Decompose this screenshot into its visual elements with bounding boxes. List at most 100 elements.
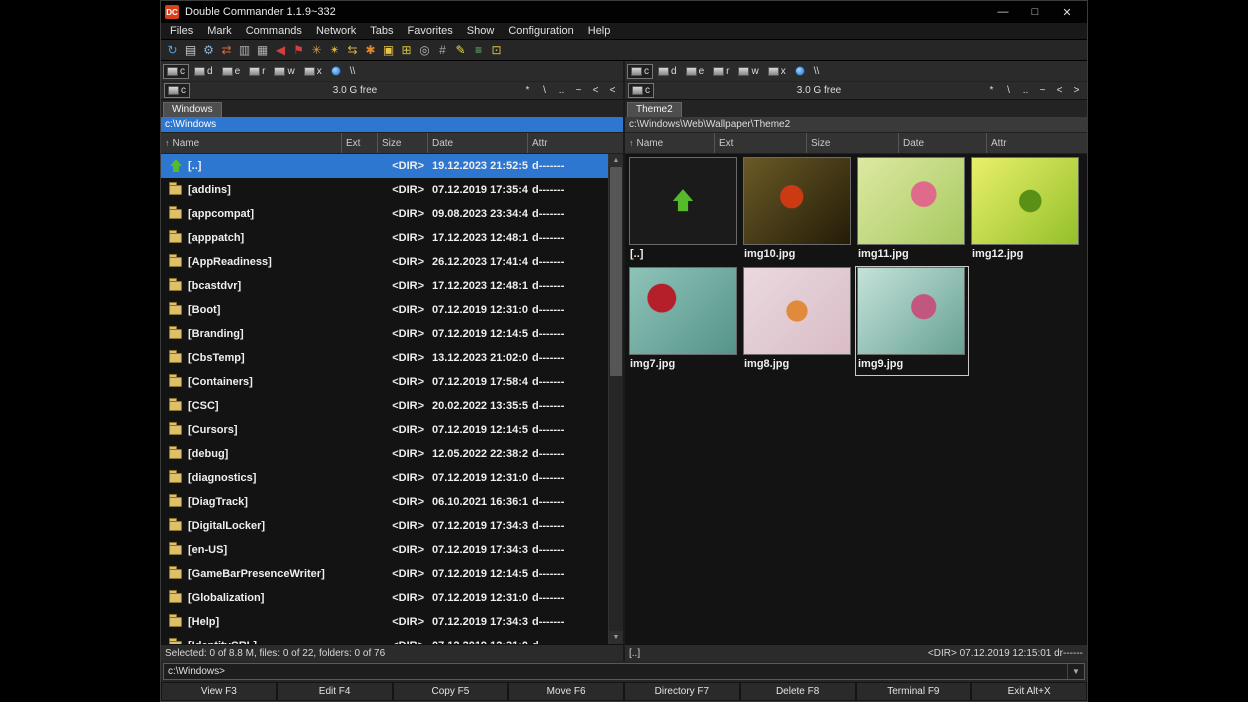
unselect-group-icon[interactable]: ✴ [326, 42, 343, 58]
left-column-ext[interactable]: Ext [342, 133, 378, 153]
show-vertical-panels-icon[interactable]: ▥ [236, 42, 253, 58]
right-network-button[interactable] [791, 64, 809, 79]
file-safe-icon[interactable]: ▣ [380, 42, 397, 58]
chevron-down-icon[interactable]: ▼ [1067, 664, 1084, 679]
scroll-track[interactable] [609, 167, 623, 631]
command-line-input[interactable]: c:\Windows> ▼ [163, 663, 1085, 680]
thumb-item[interactable]: [..] [627, 156, 741, 266]
options-icon[interactable]: ⚙ [200, 42, 217, 58]
delete-f8-button[interactable]: Delete F8 [741, 683, 855, 700]
left-nav-button-3[interactable]: ~ [571, 85, 586, 96]
file-row[interactable]: [IdentityCRL]<DIR>07.12.2019 12:31:03d--… [161, 634, 608, 644]
thumb-item[interactable]: img9.jpg [855, 266, 969, 376]
file-row[interactable]: [Globalization]<DIR>07.12.2019 12:31:03d… [161, 586, 608, 610]
right-current-drive-button[interactable]: c [628, 83, 654, 98]
thumb-item[interactable]: img11.jpg [855, 156, 969, 266]
file-row[interactable]: [Boot]<DIR>07.12.2019 12:31:03d------- [161, 298, 608, 322]
search-icon[interactable]: ◎ [416, 42, 433, 58]
file-row[interactable]: [en-US]<DIR>07.12.2019 17:34:32d------- [161, 538, 608, 562]
file-row[interactable]: [GameBarPresenceWriter]<DIR>07.12.2019 1… [161, 562, 608, 586]
select-group-icon[interactable]: ✳ [308, 42, 325, 58]
menu-show[interactable]: Show [460, 25, 502, 37]
file-row[interactable]: [Containers]<DIR>07.12.2019 17:58:40d---… [161, 370, 608, 394]
left-drive-x[interactable]: x [300, 64, 326, 79]
refresh-icon[interactable]: ↻ [164, 42, 181, 58]
copy-f5-button[interactable]: Copy F5 [394, 683, 508, 700]
thumb-item[interactable]: img12.jpg [969, 156, 1083, 266]
right-tab-theme2[interactable]: Theme2 [627, 102, 682, 117]
right-drive-w[interactable]: w [734, 64, 762, 79]
move-f6-button[interactable]: Move F6 [509, 683, 623, 700]
right-column-attr[interactable]: Attr [987, 133, 1087, 153]
view-f3-button[interactable]: View F3 [162, 683, 276, 700]
compare-icon[interactable]: ≡ [470, 42, 487, 58]
right-drive-d[interactable]: d [654, 64, 681, 79]
left-nav-button-5[interactable]: < [605, 85, 620, 96]
menu-tabs[interactable]: Tabs [363, 25, 400, 37]
file-row[interactable]: [addins]<DIR>07.12.2019 17:35:43d------- [161, 178, 608, 202]
file-row[interactable]: [AppReadiness]<DIR>26.12.2023 17:41:40d-… [161, 250, 608, 274]
right-column-size[interactable]: Size [807, 133, 899, 153]
right-drive-x[interactable]: x [764, 64, 790, 79]
menu-mark[interactable]: Mark [200, 25, 238, 37]
right-nav-button-1[interactable]: \ [1001, 85, 1016, 96]
right-column-date[interactable]: Date [899, 133, 987, 153]
maximize-button[interactable]: □ [1019, 2, 1051, 22]
menu-files[interactable]: Files [163, 25, 200, 37]
right-unc-button[interactable]: \\ [810, 64, 828, 79]
go-back-icon[interactable]: ◀ [272, 42, 289, 58]
left-drive-e[interactable]: e [218, 64, 245, 79]
show-horizontal-panels-icon[interactable]: ▤ [182, 42, 199, 58]
right-drive-c[interactable]: c [627, 64, 653, 79]
left-current-drive-button[interactable]: c [164, 83, 190, 98]
archive-icon[interactable]: ⊡ [488, 42, 505, 58]
menu-favorites[interactable]: Favorites [401, 25, 460, 37]
file-row[interactable]: [Branding]<DIR>07.12.2019 12:14:52d-----… [161, 322, 608, 346]
right-column-name[interactable]: ↑Name [625, 133, 715, 153]
minimize-button[interactable]: — [987, 2, 1019, 22]
right-drive-e[interactable]: e [682, 64, 709, 79]
menu-help[interactable]: Help [581, 25, 618, 37]
left-column-size[interactable]: Size [378, 133, 428, 153]
scroll-down-icon[interactable]: ▼ [609, 631, 623, 644]
menu-configuration[interactable]: Configuration [501, 25, 580, 37]
left-nav-button-2[interactable]: .. [554, 85, 569, 96]
file-row[interactable]: [appcompat]<DIR>09.08.2023 23:34:49d----… [161, 202, 608, 226]
exit-altx-button[interactable]: Exit Alt+X [972, 683, 1086, 700]
flag-icon[interactable]: ⚑ [290, 42, 307, 58]
file-row[interactable]: [CbsTemp]<DIR>13.12.2023 21:02:03d------… [161, 346, 608, 370]
right-column-ext[interactable]: Ext [715, 133, 807, 153]
flat-view-icon[interactable]: ▦ [254, 42, 271, 58]
file-row[interactable]: [debug]<DIR>12.05.2022 22:38:23d------- [161, 442, 608, 466]
right-drive-r[interactable]: r [709, 64, 733, 79]
left-drive-w[interactable]: w [270, 64, 298, 79]
scroll-thumb[interactable] [610, 167, 622, 376]
left-scrollbar[interactable]: ▲ ▼ [608, 154, 623, 644]
file-row[interactable]: [Help]<DIR>07.12.2019 17:34:32d------- [161, 610, 608, 634]
left-nav-button-4[interactable]: < [588, 85, 603, 96]
edit-f4-button[interactable]: Edit F4 [278, 683, 392, 700]
thumb-item[interactable]: img7.jpg [627, 266, 741, 376]
left-column-date[interactable]: Date [428, 133, 528, 153]
directory-f7-button[interactable]: Directory F7 [625, 683, 739, 700]
left-drive-r[interactable]: r [245, 64, 269, 79]
file-row[interactable]: [diagnostics]<DIR>07.12.2019 12:31:03d--… [161, 466, 608, 490]
left-nav-button-1[interactable]: \ [537, 85, 552, 96]
file-row[interactable]: [CSC]<DIR>20.02.2022 13:35:56d------- [161, 394, 608, 418]
file-row[interactable]: [DigitalLocker]<DIR>07.12.2019 17:34:32d… [161, 514, 608, 538]
right-nav-button-4[interactable]: < [1052, 85, 1067, 96]
left-path-bar[interactable]: c:\Windows [161, 117, 623, 132]
close-button[interactable]: ✕ [1051, 2, 1083, 22]
left-column-attr[interactable]: Attr [528, 133, 623, 153]
file-row[interactable]: [apppatch]<DIR>17.12.2023 12:48:17d-----… [161, 226, 608, 250]
left-column-name[interactable]: ↑Name [161, 133, 342, 153]
right-nav-button-5[interactable]: > [1069, 85, 1084, 96]
left-network-button[interactable] [327, 64, 345, 79]
sync-dirs-icon[interactable]: ⇆ [344, 42, 361, 58]
file-row[interactable]: [..]<DIR>19.12.2023 21:52:53d------- [161, 154, 608, 178]
thumb-item[interactable]: img10.jpg [741, 156, 855, 266]
file-row[interactable]: [Cursors]<DIR>07.12.2019 12:14:54d------… [161, 418, 608, 442]
left-drive-d[interactable]: d [190, 64, 217, 79]
right-nav-button-0[interactable]: * [984, 85, 999, 96]
right-path-bar[interactable]: c:\Windows\Web\Wallpaper\Theme2 [625, 117, 1087, 132]
